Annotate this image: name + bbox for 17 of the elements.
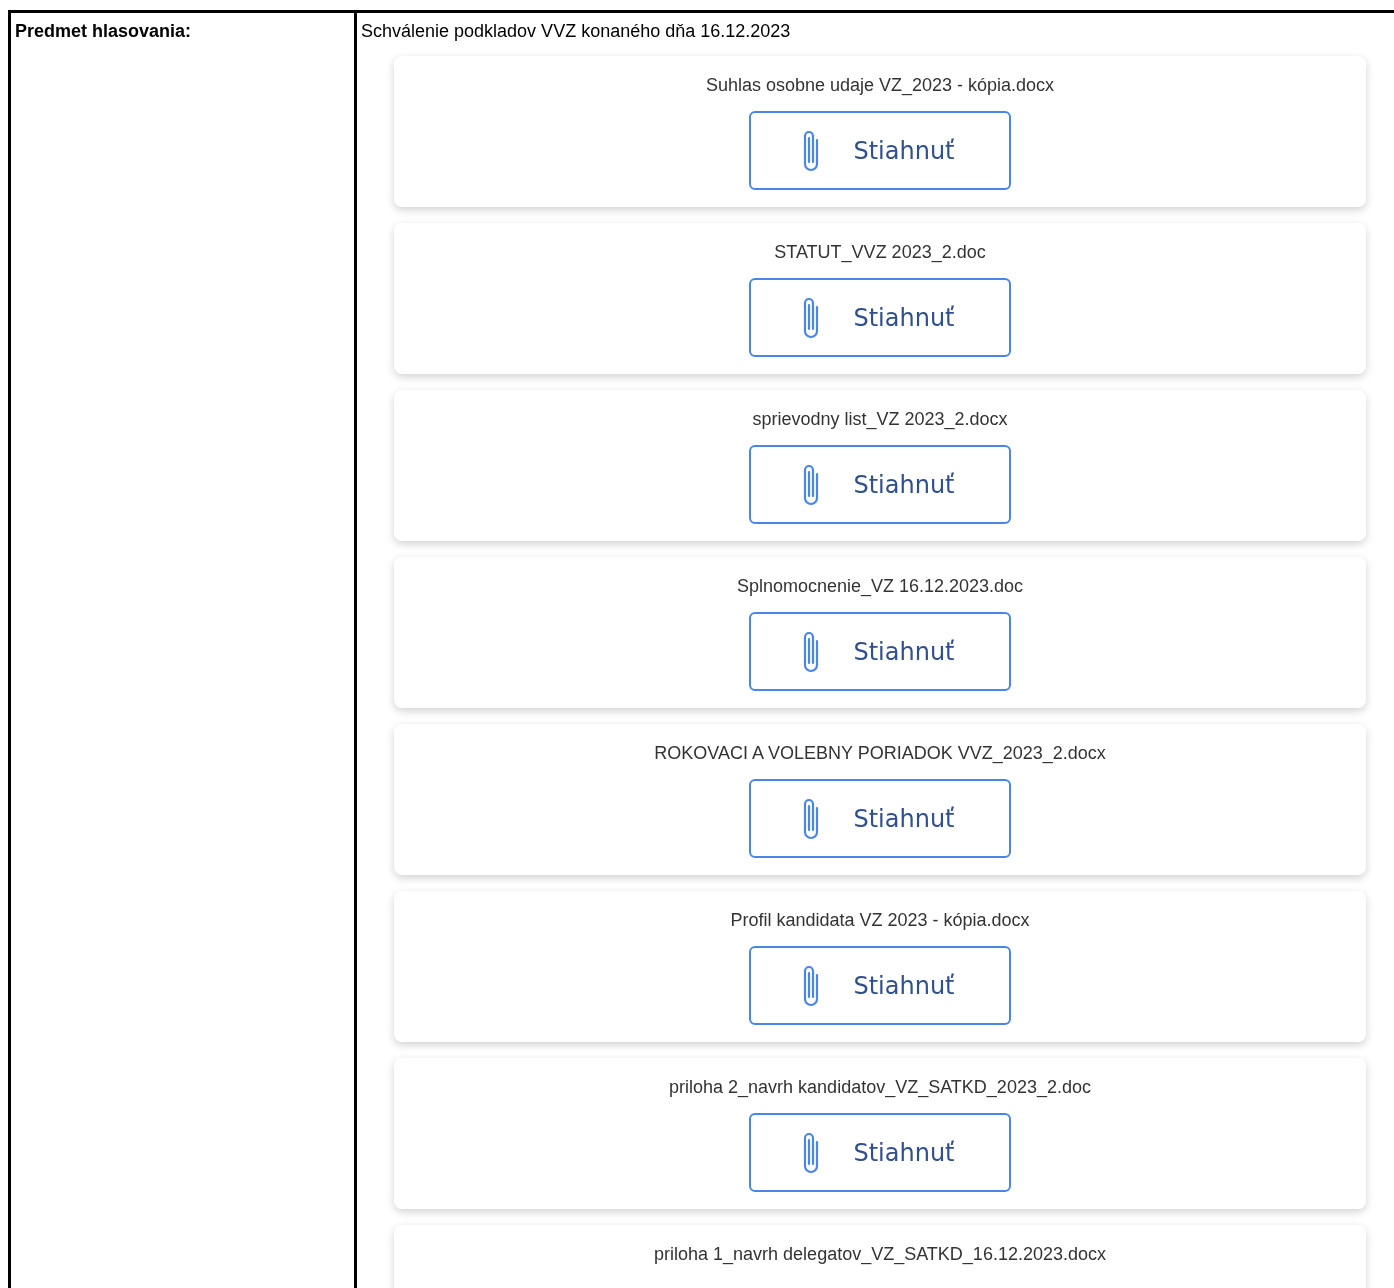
download-button[interactable]: Stiahnuť	[749, 946, 1011, 1025]
download-button[interactable]: Stiahnuť	[749, 612, 1011, 691]
attachment-filename: priloha 1_navrh delegatov_VZ_SATKD_16.12.2023.docx	[654, 1243, 1106, 1266]
download-button[interactable]: Stiahnuť	[749, 111, 1011, 190]
attachment-filename: STATUT_VVZ 2023_2.doc	[774, 241, 986, 264]
download-button[interactable]: Stiahnuť	[749, 1113, 1011, 1192]
attachment-filename: Splnomocnenie_VZ 16.12.2023.doc	[736, 575, 1024, 598]
download-button[interactable]: Stiahnuť	[749, 779, 1011, 858]
download-button[interactable]: Stiahnuť	[749, 445, 1011, 524]
attachment-filename: Suhlas osobne udaje VZ_2023 - kópia.docx	[705, 74, 1055, 97]
attachment-filename: sprievodny list_VZ 2023_2.docx	[752, 408, 1008, 431]
attachment-filename: Profil kandidata VZ 2023 - kópia.docx	[730, 909, 1030, 932]
download-button[interactable]: Stiahnuť	[749, 278, 1011, 357]
voting-subject: Schválenie podkladov VVZ konaného dňa 16.12.2023	[361, 21, 791, 41]
attachment-filename: ROKOVACI A VOLEBNY PORIADOK VVZ_2023_2.docx	[654, 742, 1106, 765]
field-label: Predmet hlasovania:	[15, 21, 192, 41]
attachment-filename: priloha 2_navrh kandidatov_VZ_SATKD_2023_2.doc	[669, 1076, 1091, 1099]
